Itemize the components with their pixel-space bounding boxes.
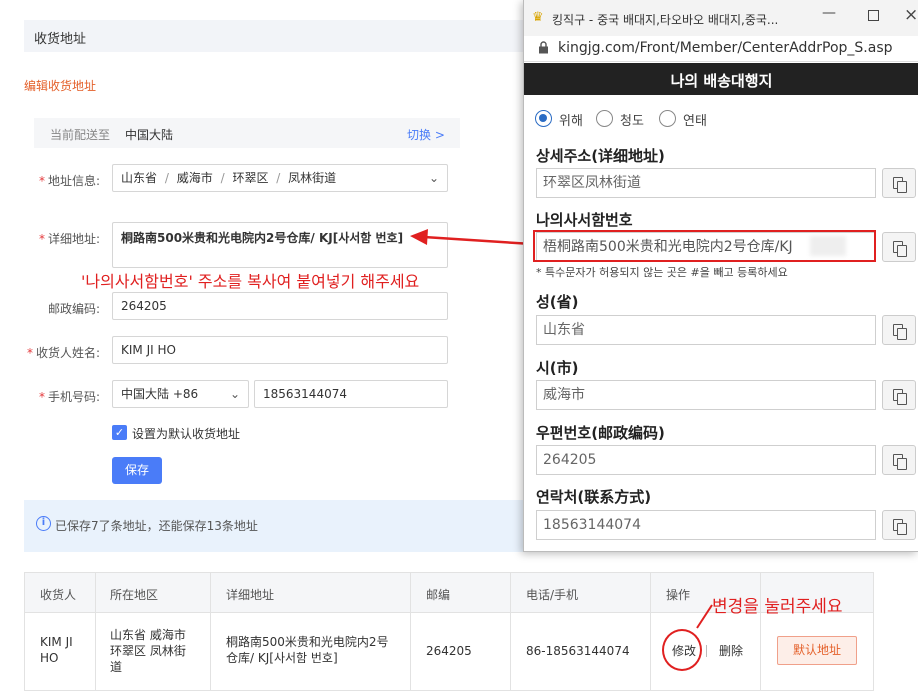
popup-header: 나의 배송대행지: [670, 72, 773, 90]
field-contact[interactable]: 18563144074: [536, 510, 876, 540]
crown-icon: ♛: [532, 10, 544, 25]
copy-icon-front: [897, 523, 907, 535]
field-postal[interactable]: 264205: [536, 445, 876, 475]
copy-button-province[interactable]: [882, 315, 916, 345]
copy-icon-front: [897, 181, 907, 193]
radio-qingdao-label: 청도: [620, 114, 644, 129]
radio-yantai-label: 연태: [683, 114, 707, 129]
popup-window: ♛ 킹직구 - 중국 배대지,타오바오 배대지,중국... — × kingjg…: [523, 0, 918, 552]
copy-button-detail[interactable]: [882, 168, 916, 198]
special-char-warning: * 특수문자가 허용되지 않는 곳은 #을 빼고 등록하세요: [536, 266, 788, 279]
popup-title: 킹직구 - 중국 배대지,타오바오 배대지,중국...: [552, 13, 779, 27]
field-city[interactable]: 威海市: [536, 380, 876, 410]
maximize-icon[interactable]: [868, 10, 879, 21]
radio-yantai[interactable]: [659, 110, 676, 127]
copy-icon-front: [897, 393, 907, 405]
close-icon[interactable]: ×: [904, 5, 918, 25]
screen: 收货地址 编辑收货地址 当前配送至 中国大陆 切换 > * 地址信息: 山东省 /…: [0, 0, 918, 691]
field-province[interactable]: 山东省: [536, 315, 876, 345]
field-label-postal: 우편번호(邮政编码): [536, 424, 665, 442]
arrow-line: [423, 235, 533, 246]
arrow-line: [696, 604, 713, 629]
radio-weihai[interactable]: [535, 110, 552, 127]
copy-button-postal[interactable]: [882, 445, 916, 475]
arrow-head: [410, 229, 428, 245]
field-detail[interactable]: 环翠区凤林街道: [536, 168, 876, 198]
popup-url[interactable]: kingjg.com/Front/Member/CenterAddrPop_S.…: [558, 40, 893, 56]
field-label-province: 성(省): [536, 293, 579, 311]
copy-button-contact[interactable]: [882, 510, 916, 540]
minimize-icon[interactable]: —: [822, 5, 836, 21]
field-label-mailbox: 나의사서함번호: [536, 211, 633, 229]
lock-icon: [539, 41, 548, 54]
mailbox-highlight-box: [533, 230, 876, 262]
copy-icon-front: [897, 245, 907, 257]
copy-button-city[interactable]: [882, 380, 916, 410]
radio-weihai-label: 위해: [559, 114, 583, 129]
field-label-city: 시(市): [536, 359, 579, 377]
field-label-contact: 연락처(联系方式): [536, 488, 652, 506]
radio-qingdao[interactable]: [596, 110, 613, 127]
copy-button-mailbox[interactable]: [882, 232, 916, 262]
field-label-detail: 상세주소(详细地址): [536, 147, 665, 165]
copy-icon-front: [897, 458, 907, 470]
copy-icon-front: [897, 328, 907, 340]
